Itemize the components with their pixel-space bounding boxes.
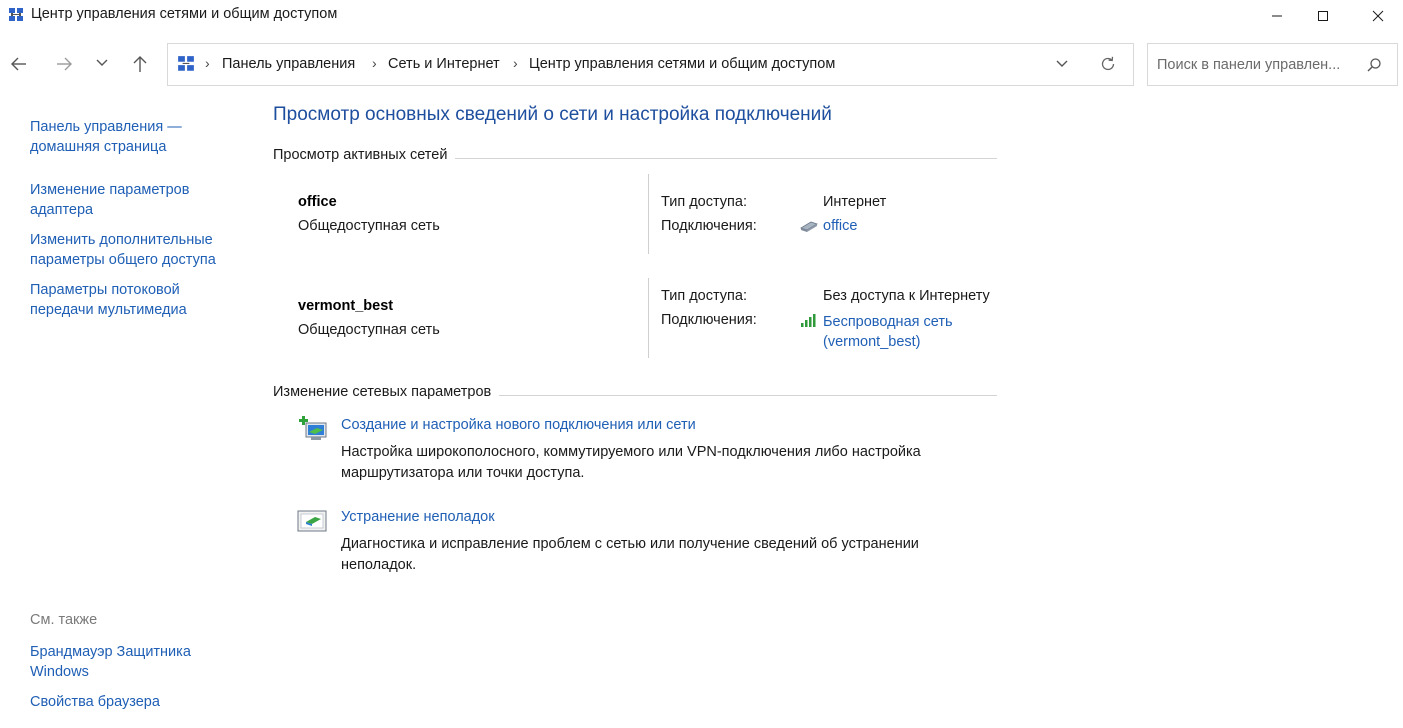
up-button[interactable] xyxy=(130,54,152,76)
task-description-line: Диагностика и исправление проблем с сеть… xyxy=(341,536,919,552)
task-description-line: маршрутизатора или точки доступа. xyxy=(341,465,585,481)
network-divider xyxy=(648,278,649,358)
minimize-icon xyxy=(1272,15,1282,16)
task-description-line: неполадок. xyxy=(341,557,417,573)
close-icon xyxy=(1372,10,1384,21)
breadcrumb-separator-icon: › xyxy=(205,55,210,71)
troubleshoot-icon xyxy=(297,508,329,541)
network-divider xyxy=(648,174,649,254)
task-description: Диагностика и исправление проблем с сеть… xyxy=(341,534,919,576)
connection-link-wireless[interactable]: Беспроводная сеть (vermont_best) xyxy=(823,312,953,352)
maximize-button[interactable] xyxy=(1300,0,1346,31)
access-type-label: Тип доступа: xyxy=(661,194,747,210)
sidebar-item-advanced-sharing[interactable]: Изменить дополнительные параметры общего… xyxy=(30,230,235,270)
breadcrumb-separator-icon: › xyxy=(513,55,518,71)
sidebar-item-media-streaming[interactable]: Параметры потоковой передачи мультимедиа xyxy=(30,280,210,320)
access-type-label: Тип доступа: xyxy=(661,288,747,304)
change-settings-heading: Изменение сетевых параметров xyxy=(273,384,500,400)
breadcrumb-network-center[interactable]: Центр управления сетями и общим доступом xyxy=(529,56,835,72)
wifi-signal-icon xyxy=(800,313,818,332)
connection-link-wireless-line2[interactable]: (vermont_best) xyxy=(823,332,953,352)
maximize-icon xyxy=(1318,10,1328,21)
network-name: vermont_best xyxy=(298,298,394,314)
task-description: Настройка широкополосного, коммутируемог… xyxy=(341,442,921,484)
arrow-up-icon xyxy=(133,56,147,72)
address-history-button[interactable] xyxy=(1055,57,1071,73)
connections-label: Подключения: xyxy=(661,312,757,328)
access-type-value: Без доступа к Интернету xyxy=(823,288,990,304)
breadcrumb-network-internet[interactable]: Сеть и Интернет xyxy=(388,56,500,72)
control-panel-icon xyxy=(177,55,195,78)
arrow-left-icon xyxy=(11,57,26,71)
window-title: Центр управления сетями и общим доступом xyxy=(31,6,338,22)
connection-link-wireless-line1[interactable]: Беспроводная сеть xyxy=(823,312,953,332)
forward-button[interactable] xyxy=(54,54,78,76)
see-also-browser-properties[interactable]: Свойства браузера xyxy=(30,692,210,712)
access-type-value: Интернет xyxy=(823,194,887,210)
sidebar-item-adapter-settings[interactable]: Изменение параметров адаптера xyxy=(30,180,215,220)
see-also-firewall[interactable]: Брандмауэр Защитника Windows xyxy=(30,642,210,682)
chevron-down-icon xyxy=(96,59,108,66)
search-input[interactable]: Поиск в панели управлен... xyxy=(1157,57,1340,73)
network-category[interactable]: Общедоступная сеть xyxy=(298,322,440,338)
task-description-line: Настройка широкополосного, коммутируемог… xyxy=(341,444,921,460)
task-new-connection[interactable]: Создание и настройка нового подключения … xyxy=(341,417,696,433)
chevron-down-icon xyxy=(1056,60,1068,67)
active-networks-heading: Просмотр активных сетей xyxy=(273,147,456,163)
minimize-button[interactable] xyxy=(1254,0,1300,31)
refresh-icon xyxy=(1101,56,1115,71)
network-center-app-icon xyxy=(8,7,24,28)
page-title: Просмотр основных сведений о сети и наст… xyxy=(273,104,832,125)
arrow-right-icon xyxy=(57,57,72,71)
title-bar: Центр управления сетями и общим доступом xyxy=(0,0,1403,31)
task-troubleshoot[interactable]: Устранение неполадок xyxy=(341,509,495,525)
breadcrumb-separator-icon: › xyxy=(372,55,377,71)
sidebar-item-home[interactable]: Панель управления — домашняя страница xyxy=(30,117,210,157)
ethernet-icon xyxy=(799,219,819,238)
search-icon[interactable] xyxy=(1366,57,1382,78)
recent-locations-button[interactable] xyxy=(95,56,111,74)
connection-link-office[interactable]: office xyxy=(823,218,857,234)
back-button[interactable] xyxy=(9,54,33,76)
connections-label: Подключения: xyxy=(661,218,757,234)
network-category[interactable]: Общедоступная сеть xyxy=(298,218,440,234)
close-button[interactable] xyxy=(1355,0,1401,31)
breadcrumb-control-panel[interactable]: Панель управления xyxy=(222,56,355,72)
see-also-heading: См. также xyxy=(30,612,98,628)
network-name: office xyxy=(298,194,337,210)
refresh-button[interactable] xyxy=(1099,55,1119,75)
new-connection-icon xyxy=(297,414,329,449)
